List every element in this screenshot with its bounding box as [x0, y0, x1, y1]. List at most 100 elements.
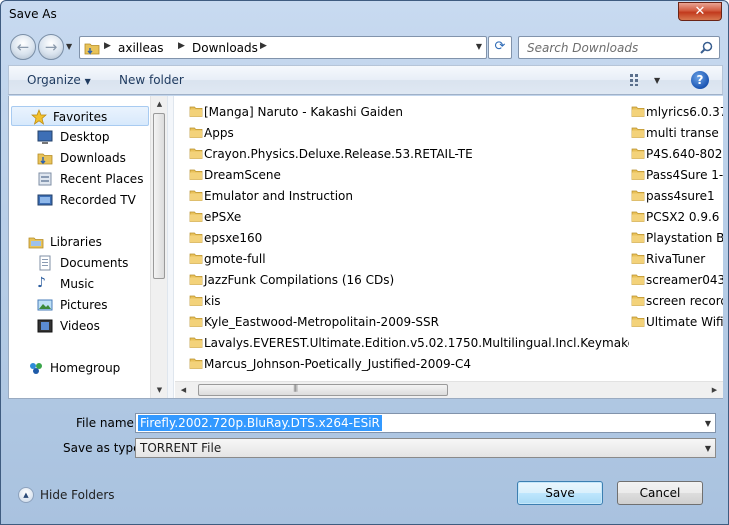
- refresh-icon: ⟳: [494, 39, 506, 54]
- file-list-item[interactable]: multi transe: [631, 123, 723, 143]
- libraries-icon: [28, 237, 44, 249]
- scrollbar-thumb[interactable]: [153, 113, 165, 279]
- address-dropdown-icon[interactable]: ▼: [476, 42, 482, 51]
- save-as-type-dropdown-icon[interactable]: ▼: [705, 444, 711, 453]
- file-list-item[interactable]: DreamScene: [189, 165, 629, 185]
- refresh-button[interactable]: ⟳: [488, 36, 512, 59]
- scrollbar-thumb[interactable]: [198, 384, 448, 396]
- file-list-item[interactable]: JazzFunk Compilations (16 CDs): [189, 270, 629, 290]
- file-list-item[interactable]: P4S.640-802.v8: [631, 144, 723, 164]
- file-name: Lavalys.EVEREST.Ultimate.Edition.v5.02.1…: [204, 336, 629, 350]
- nav-favorites[interactable]: Favorites: [11, 106, 149, 126]
- file-name: Crayon.Physics.Deluxe.Release.53.RETAIL-…: [204, 147, 473, 161]
- browser-content: Favorites Desktop Downloads Recent Place…: [8, 96, 723, 399]
- navigation-scrollbar[interactable]: ▲ ▼: [150, 96, 167, 398]
- file-name: epsxe160: [204, 231, 263, 245]
- close-button[interactable]: ✕: [678, 2, 722, 21]
- save-as-type-label: Save as type:: [63, 441, 145, 455]
- file-name: Playstation Bio: [646, 231, 723, 245]
- nav-desktop[interactable]: Desktop: [9, 127, 151, 147]
- scroll-left-icon[interactable]: ◀: [175, 386, 192, 394]
- file-name: screamer043: [646, 273, 723, 287]
- dialog-footer: ▲ Hide Folders Save Cancel: [1, 471, 728, 524]
- file-list: [Manga] Naruto - Kakashi Gaiden Apps Crayo…: [175, 96, 723, 398]
- file-list-item[interactable]: Kyle_Eastwood-Metropolitain-2009-SSR: [189, 312, 629, 332]
- file-name: gmote-full: [204, 252, 266, 266]
- file-list-item[interactable]: pass4sure1: [631, 186, 723, 206]
- file-list-item[interactable]: screen recorde: [631, 291, 723, 311]
- file-name: Pass4Sure 1-25: [646, 168, 723, 182]
- file-list-item[interactable]: [Manga] Naruto - Kakashi Gaiden: [189, 102, 629, 122]
- recorded-tv-icon: [37, 194, 53, 206]
- nav-downloads[interactable]: Downloads: [9, 148, 151, 168]
- view-dropdown-icon[interactable]: ▼: [654, 76, 660, 85]
- nav-recorded-tv[interactable]: Recorded TV: [9, 190, 151, 210]
- nav-recent-places[interactable]: Recent Places: [9, 169, 151, 189]
- folder-icon: [189, 358, 203, 369]
- breadcrumb-axilleas[interactable]: axilleas: [118, 41, 163, 55]
- file-name: RivaTuner: [646, 252, 706, 266]
- file-name: kis: [204, 294, 221, 308]
- file-list-item[interactable]: Marcus_Johnson-Poetically_Justified-2009…: [189, 354, 629, 374]
- scroll-up-icon[interactable]: ▲: [151, 100, 168, 108]
- videos-icon: [37, 319, 53, 333]
- search-input[interactable]: [519, 37, 689, 58]
- file-list-item[interactable]: PCSX2 0.9.6 - S: [631, 207, 723, 227]
- file-list-item[interactable]: Lavalys.EVEREST.Ultimate.Edition.v5.02.1…: [189, 333, 629, 353]
- file-list-item[interactable]: RivaTuner: [631, 249, 723, 269]
- nav-libraries[interactable]: Libraries: [9, 232, 151, 252]
- back-arrow-icon: ←: [16, 38, 30, 56]
- file-list-item[interactable]: kis: [189, 291, 629, 311]
- save-button[interactable]: Save: [517, 481, 603, 505]
- file-name-field[interactable]: Firefly.2002.720p.BluRay.DTS.x264-ESiR ▼: [135, 413, 716, 433]
- scroll-right-icon[interactable]: ▶: [706, 386, 723, 394]
- file-list-item[interactable]: gmote-full: [189, 249, 629, 269]
- file-list-item[interactable]: Ultimate Wifi H: [631, 312, 723, 332]
- file-list-item[interactable]: epsxe160: [189, 228, 629, 248]
- breadcrumb-separator-icon[interactable]: ▶: [178, 41, 185, 51]
- search-icon[interactable]: [700, 41, 713, 54]
- breadcrumb-separator-icon[interactable]: ▶: [260, 41, 267, 51]
- file-list-item[interactable]: screamer043: [631, 270, 723, 290]
- navigation-pane: Favorites Desktop Downloads Recent Place…: [9, 96, 167, 398]
- nav-videos[interactable]: Videos: [9, 316, 151, 336]
- cancel-button[interactable]: Cancel: [617, 481, 703, 505]
- folder-icon: [631, 169, 645, 180]
- organize-menu[interactable]: Organize ▼: [27, 73, 91, 87]
- file-name: P4S.640-802.v8: [646, 147, 723, 161]
- folder-icon: [189, 253, 203, 264]
- folder-icon: [631, 295, 645, 306]
- folder-icon: [631, 232, 645, 243]
- view-options-icon[interactable]: [629, 73, 645, 87]
- recent-pages-dropdown-icon[interactable]: ▼: [66, 42, 72, 51]
- address-bar[interactable]: ▶ axilleas ▶ Downloads ▶ ▼: [79, 36, 487, 59]
- file-name: JazzFunk Compilations (16 CDs): [204, 273, 395, 287]
- file-list-item[interactable]: Pass4Sure 1-25: [631, 165, 723, 185]
- file-list-item[interactable]: Emulator and Instruction: [189, 186, 629, 206]
- help-button[interactable]: ?: [691, 71, 709, 89]
- nav-pictures[interactable]: Pictures: [9, 295, 151, 315]
- breadcrumb-downloads[interactable]: Downloads: [192, 41, 258, 55]
- forward-button[interactable]: →: [38, 34, 64, 60]
- new-folder-button[interactable]: New folder: [119, 73, 184, 87]
- file-list-item[interactable]: mlyrics6.0.3715: [631, 102, 723, 122]
- file-list-scrollbar[interactable]: ◀ ||| ▶: [175, 381, 723, 398]
- file-list-item[interactable]: ePSXe: [189, 207, 629, 227]
- file-name-input[interactable]: Firefly.2002.720p.BluRay.DTS.x264-ESiR: [138, 415, 382, 431]
- file-list-item[interactable]: Apps: [189, 123, 629, 143]
- back-button[interactable]: ←: [10, 34, 36, 60]
- pane-splitter[interactable]: [167, 96, 174, 398]
- save-as-type-select[interactable]: TORRENT File ▼: [135, 438, 716, 458]
- scroll-down-icon[interactable]: ▼: [151, 386, 168, 394]
- pictures-icon: [37, 299, 53, 311]
- file-name-label: File name:: [76, 416, 138, 430]
- nav-homegroup[interactable]: Homegroup: [9, 358, 151, 378]
- file-name: Apps: [204, 126, 234, 140]
- nav-music[interactable]: ♪ Music: [9, 274, 151, 294]
- folder-icon: [631, 127, 645, 138]
- file-name-dropdown-icon[interactable]: ▼: [705, 419, 711, 428]
- file-list-item[interactable]: Playstation Bio: [631, 228, 723, 248]
- nav-documents[interactable]: Documents: [9, 253, 151, 273]
- breadcrumb-separator-icon[interactable]: ▶: [104, 41, 111, 51]
- file-list-item[interactable]: Crayon.Physics.Deluxe.Release.53.RETAIL-…: [189, 144, 629, 164]
